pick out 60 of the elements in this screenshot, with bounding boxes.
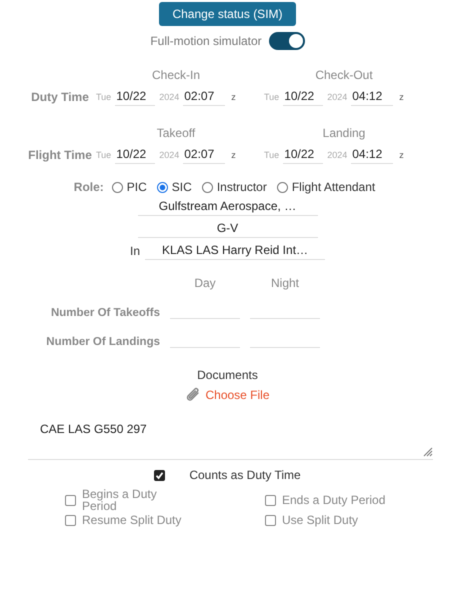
radio-button[interactable] [202, 182, 213, 192]
checkbox[interactable] [65, 514, 76, 526]
choose-file-link[interactable]: Choose File [205, 388, 270, 402]
column-heading: Landing [322, 126, 366, 140]
checkbox-label: Counts as Duty Time [189, 468, 301, 482]
role-label: Role: [74, 180, 104, 194]
row-label: Number Of Takeoffs [50, 307, 160, 319]
resize-handle-icon[interactable] [423, 447, 433, 457]
radio-button[interactable] [112, 182, 123, 192]
date-field[interactable]: 10/22 [115, 145, 156, 164]
checkbox[interactable] [154, 470, 166, 480]
column-heading: Night [270, 276, 300, 290]
zone-label: z [231, 150, 236, 162]
time-field[interactable]: 02:07 [183, 87, 226, 106]
checkbox[interactable] [265, 494, 276, 506]
checkbox[interactable] [265, 514, 276, 526]
column-heading: Check-In [150, 68, 202, 82]
zone-label: z [399, 92, 404, 104]
time-field[interactable]: 02:07 [183, 145, 226, 164]
column-heading: Day [193, 276, 217, 290]
checkbox[interactable] [65, 494, 76, 506]
year-label: 2024 [159, 150, 180, 162]
checkbox-label: Use Split Duty [282, 514, 360, 526]
aircraft-make-field[interactable]: Gulfstream Aerospace, … [138, 197, 318, 216]
weekday-label: Tue [264, 92, 280, 104]
remarks-field[interactable]: CAE LAS G550 297 [28, 416, 433, 460]
date-field[interactable]: 10/22 [283, 145, 324, 164]
radio-label: Flight Attendant [292, 180, 376, 194]
section-label: Duty Time [30, 90, 90, 102]
row-label: Number Of Landings [45, 336, 160, 348]
weekday-label: Tue [96, 92, 112, 104]
checkbox-label: Begins a Duty Period [82, 488, 158, 512]
radio-label: PIC [126, 180, 147, 194]
radio-label: Instructor [216, 180, 267, 194]
section-label: Flight Time [27, 148, 92, 160]
radio-button[interactable] [276, 182, 288, 192]
weekday-label: Tue [96, 150, 112, 162]
date-field[interactable]: 10/22 [115, 87, 156, 106]
change-status-button[interactable]: Change status (SIM) [159, 2, 296, 26]
zone-label: z [231, 92, 236, 104]
toggle-switch[interactable] [268, 32, 305, 50]
year-label: 2024 [327, 92, 348, 104]
weekday-label: Tue [264, 150, 280, 162]
column-heading: Check-Out [314, 68, 374, 82]
date-field[interactable]: 10/22 [283, 87, 324, 106]
checkbox-label: Resume Split Duty [82, 514, 182, 526]
location-field[interactable]: KLAS LAS Harry Reid Int… [145, 241, 325, 260]
location-label: In [130, 244, 140, 258]
toggle-label: Full-motion simulator [150, 34, 262, 48]
zone-label: z [399, 150, 404, 162]
time-field[interactable]: 04:12 [351, 145, 394, 164]
column-heading: Takeoff [156, 126, 196, 140]
time-field[interactable]: 04:12 [351, 87, 394, 106]
radio-button[interactable] [156, 182, 168, 192]
documents-heading: Documents [196, 368, 259, 382]
checkbox-label: Ends a Duty Period [282, 494, 386, 506]
aircraft-model-field[interactable]: G-V [138, 219, 318, 238]
year-label: 2024 [327, 150, 348, 162]
radio-label: SIC [172, 180, 192, 194]
year-label: 2024 [159, 92, 180, 104]
